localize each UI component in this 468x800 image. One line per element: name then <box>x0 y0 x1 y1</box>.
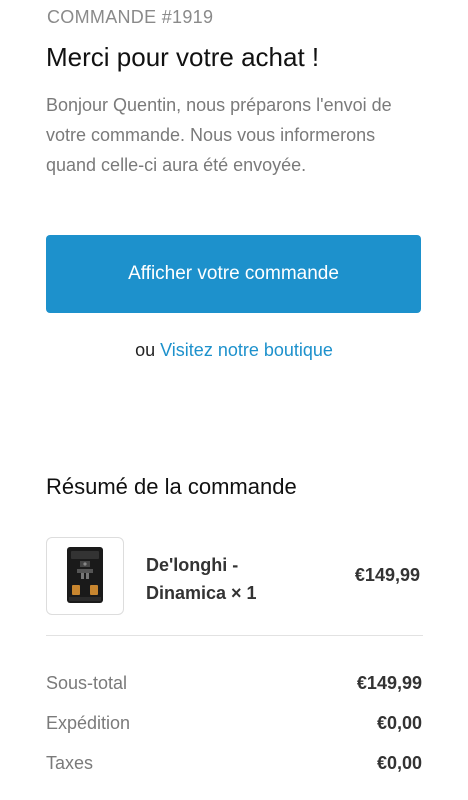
product-price: €149,99 <box>354 565 420 585</box>
product-name: De'longhi - Dinamica × 1 <box>146 555 257 603</box>
view-order-button[interactable]: Afficher votre commande <box>46 235 421 313</box>
summary-divider <box>46 635 423 636</box>
subtotal-value: €149,99 <box>356 672 422 693</box>
shipping-label: Expédition <box>46 712 131 733</box>
taxes-label: Taxes <box>46 752 94 773</box>
or-text: ou <box>135 340 156 360</box>
intro-text: Bonjour Quentin, nous préparons l'envoi … <box>46 95 392 175</box>
page-title: Merci pour votre achat ! <box>46 42 320 72</box>
coffee-machine-icon <box>67 547 103 603</box>
shipping-value: €0,00 <box>376 712 422 733</box>
shipping-row: Expédition €0,00 <box>46 710 422 736</box>
subtotal-row: Sous-total €149,99 <box>46 670 422 696</box>
order-summary-title: Résumé de la commande <box>46 474 297 499</box>
subtotal-label: Sous-total <box>46 672 128 693</box>
taxes-value: €0,00 <box>376 752 422 773</box>
visit-shop-line: ou Visitez notre boutique <box>0 340 468 361</box>
order-number: COMMANDE #1919 <box>47 7 214 27</box>
visit-shop-link[interactable]: Visitez notre boutique <box>160 340 333 360</box>
taxes-row: Taxes €0,00 <box>46 750 422 776</box>
product-thumbnail <box>46 537 124 615</box>
